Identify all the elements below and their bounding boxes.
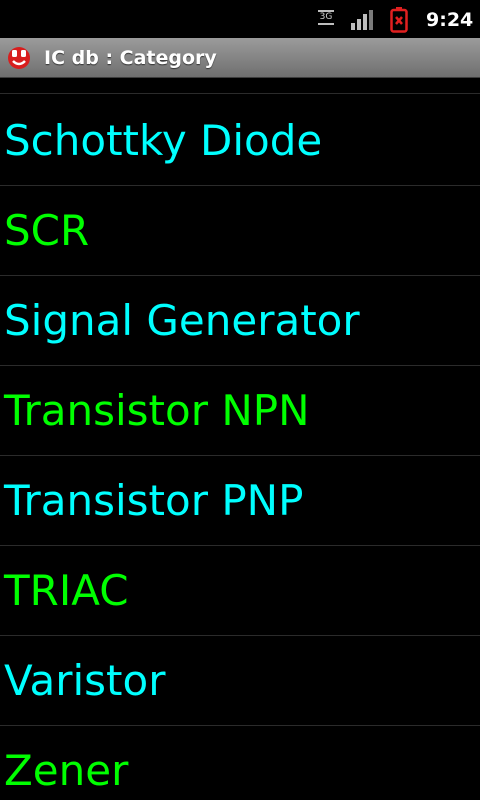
list-item-transistor-npn[interactable]: Transistor NPN — [0, 366, 480, 456]
list-item-zener[interactable]: Zener — [0, 726, 480, 800]
network-label: 3G — [319, 12, 333, 22]
page-title: IC db : Category — [44, 47, 217, 69]
battery-alert-icon — [390, 7, 408, 33]
network-3g-icon: 3G — [318, 9, 334, 31]
status-clock: 9:24 — [426, 9, 474, 31]
list-item-signal-generator[interactable]: Signal Generator — [0, 276, 480, 366]
list-item-schottky-diode[interactable]: Schottky Diode — [0, 96, 480, 186]
signal-strength-icon — [350, 9, 376, 31]
list-divider — [0, 93, 480, 94]
list-item-triac[interactable]: TRIAC — [0, 546, 480, 636]
title-bar: IC db : Category — [0, 38, 480, 78]
category-list[interactable]: Schottky Diode SCR Signal Generator Tran… — [0, 78, 480, 800]
app-icon — [6, 45, 32, 71]
list-item-scr[interactable]: SCR — [0, 186, 480, 276]
list-item-transistor-pnp[interactable]: Transistor PNP — [0, 456, 480, 546]
status-bar: 3G 9:24 — [0, 0, 480, 38]
list-item-varistor[interactable]: Varistor — [0, 636, 480, 726]
